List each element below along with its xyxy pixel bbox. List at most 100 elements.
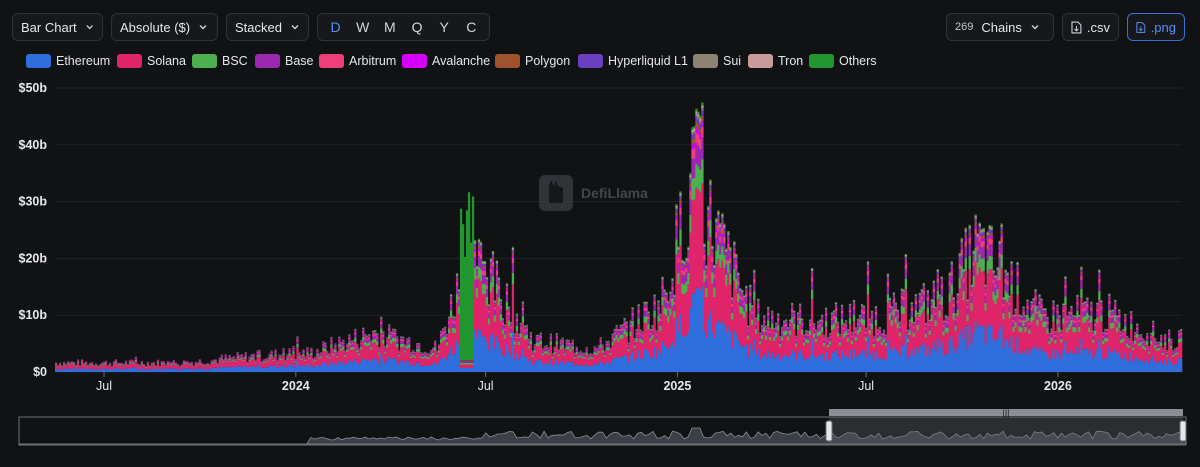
legend-item-bsc[interactable]: BSC: [192, 54, 248, 68]
period-yearly[interactable]: Y: [433, 19, 455, 35]
bar-segment: [653, 298, 655, 300]
download-csv-button[interactable]: .csv: [1062, 13, 1119, 41]
bar-segment: [625, 322, 627, 323]
stack-mode-select[interactable]: Stacked: [226, 13, 309, 41]
bar-segment: [695, 127, 697, 132]
bar-segment: [777, 326, 779, 331]
bar-segment: [639, 333, 641, 335]
bar-segment: [863, 306, 865, 307]
bar-segment: [514, 334, 516, 335]
bar-segment: [420, 354, 422, 355]
bar-segment: [612, 360, 614, 372]
bar-segment: [480, 259, 482, 269]
bar-segment: [428, 366, 430, 372]
bar-segment: [292, 347, 294, 348]
bar-segment: [889, 300, 891, 301]
bar-segment: [446, 336, 448, 337]
bar-stack: [637, 304, 639, 372]
bar-segment: [629, 322, 631, 323]
bar-segment: [262, 360, 264, 361]
bar-stack: [314, 356, 316, 372]
period-quarterly[interactable]: Q: [406, 19, 428, 35]
bar-segment: [522, 311, 524, 317]
download-png-button[interactable]: .png: [1127, 13, 1185, 41]
period-cumulative[interactable]: C: [460, 19, 482, 35]
bar-segment: [667, 316, 669, 322]
bar-segment: [504, 334, 506, 338]
period-daily[interactable]: D: [325, 19, 347, 35]
chains-select[interactable]: 269 Chains: [946, 13, 1054, 41]
bar-segment: [556, 360, 558, 372]
bar-segment: [915, 295, 917, 296]
bar-segment: [795, 343, 797, 346]
bar-segment: [219, 367, 221, 372]
legend-item-others[interactable]: Others: [809, 54, 877, 68]
bar-segment: [546, 347, 548, 348]
bar-segment: [787, 328, 789, 329]
bar-segment: [306, 354, 308, 364]
bar-segment: [193, 367, 195, 370]
period-weekly[interactable]: W: [352, 19, 374, 35]
bar-stack: [217, 363, 219, 372]
bar-segment: [777, 316, 779, 317]
bar-segment: [817, 325, 819, 326]
legend-item-avalanche[interactable]: Avalanche: [402, 54, 490, 68]
bar-segment: [498, 342, 500, 372]
bar-segment: [861, 309, 863, 310]
legend-item-solana[interactable]: Solana: [117, 54, 186, 68]
bar-segment: [693, 178, 695, 200]
bar-segment: [851, 344, 853, 359]
bar-segment: [576, 354, 578, 364]
bar-segment: [69, 363, 71, 364]
bar-segment: [723, 237, 725, 243]
bar-stack: [360, 340, 362, 372]
bar-segment: [372, 336, 374, 339]
bar-segment: [502, 318, 504, 319]
bar-segment: [55, 363, 57, 364]
bar-segment: [715, 238, 717, 250]
bar-segment: [322, 344, 324, 345]
bar-segment: [913, 337, 915, 356]
bar-segment: [199, 368, 201, 372]
legend-item-tron[interactable]: Tron: [748, 54, 803, 68]
legend-item-ethereum[interactable]: Ethereum: [26, 54, 110, 68]
legend-item-arbitrum[interactable]: Arbitrum: [319, 54, 396, 68]
bar-segment: [709, 310, 711, 372]
bar-stack: [205, 364, 207, 372]
bar-segment: [308, 366, 310, 372]
value-mode-select[interactable]: Absolute ($): [111, 13, 218, 41]
chart-type-select[interactable]: Bar Chart: [12, 13, 103, 41]
legend-item-sui[interactable]: Sui: [693, 54, 741, 68]
bar-segment: [125, 362, 127, 363]
bar-stack: [649, 329, 651, 372]
bar-segment: [637, 304, 639, 305]
bar-segment: [795, 337, 797, 338]
bar-segment: [637, 350, 639, 372]
bar-segment: [875, 307, 877, 308]
bar-segment: [476, 268, 478, 269]
bar-segment: [388, 334, 390, 338]
bar-segment: [540, 334, 542, 335]
bar-segment: [256, 365, 258, 372]
bar-segment: [709, 185, 711, 189]
bar-segment: [693, 148, 695, 158]
bar-segment: [701, 111, 703, 116]
bar-segment: [270, 352, 272, 353]
bar-segment: [621, 339, 623, 357]
legend-item-base[interactable]: Base: [255, 54, 314, 68]
bar-segment: [851, 336, 853, 338]
bar-segment: [747, 330, 749, 332]
bar-stack: [817, 321, 819, 372]
bar-segment: [883, 339, 885, 343]
bar-segment: [462, 368, 464, 372]
bar-segment: [887, 341, 889, 372]
bar-segment: [923, 302, 925, 310]
bar-segment: [685, 259, 687, 260]
bar-segment: [879, 336, 881, 340]
bar-segment: [665, 296, 667, 298]
legend-item-polygon[interactable]: Polygon: [495, 54, 570, 68]
period-monthly[interactable]: M: [379, 19, 401, 35]
bar-segment: [643, 316, 645, 322]
legend-item-hyperliquid[interactable]: Hyperliquid L1: [578, 54, 688, 68]
bar-segment: [875, 326, 877, 351]
